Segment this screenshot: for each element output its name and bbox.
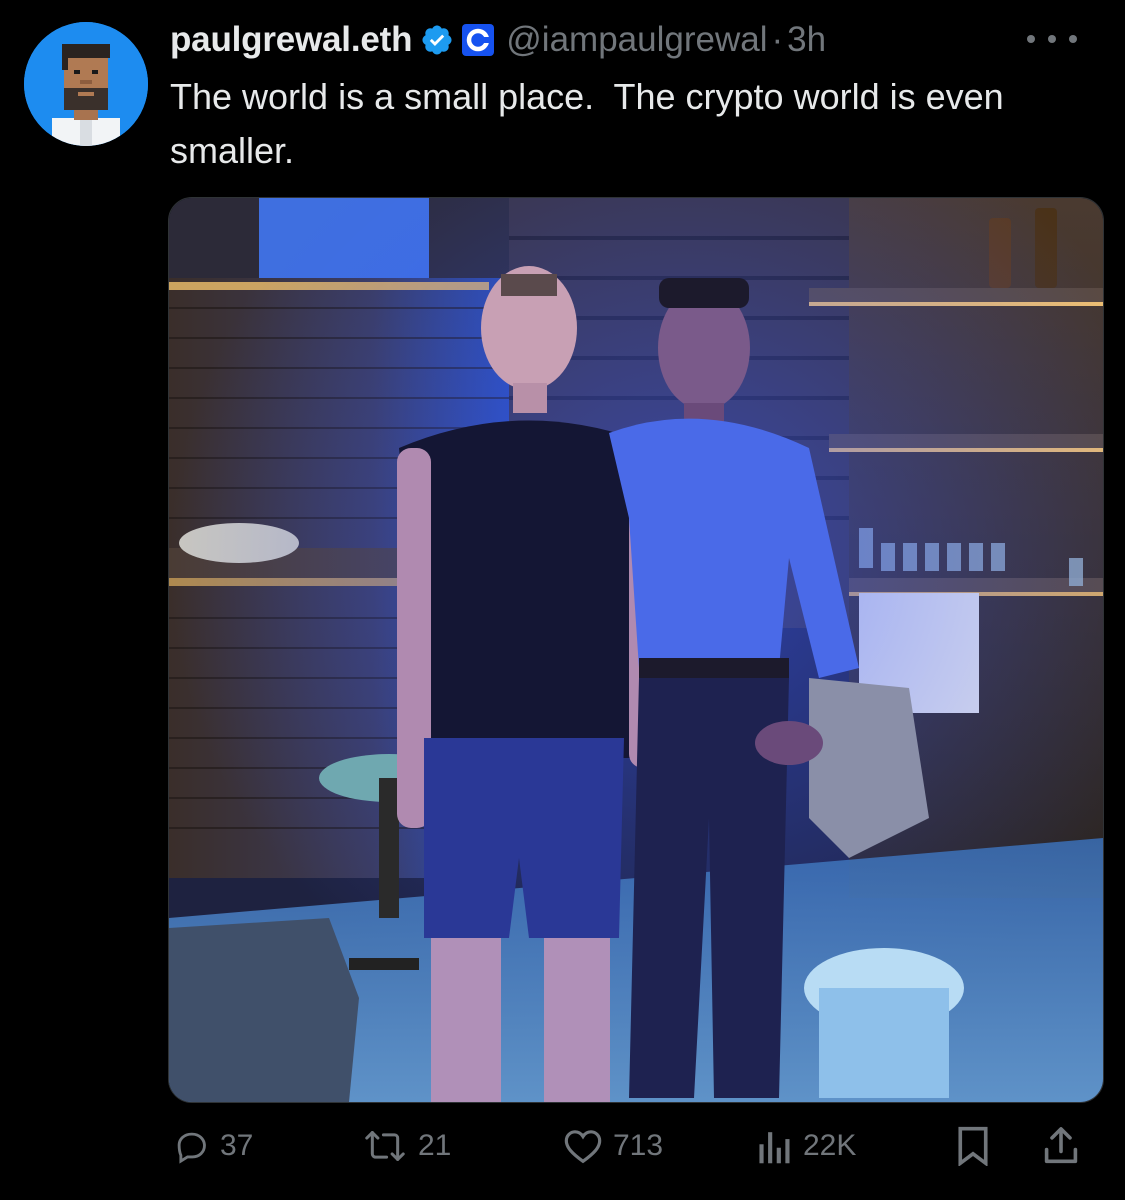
avatar[interactable] — [24, 22, 148, 146]
views-button[interactable]: 22K — [757, 1118, 856, 1174]
pixel-avatar-icon — [24, 22, 148, 146]
separator-dot: · — [771, 20, 784, 59]
more-dot — [1027, 35, 1035, 43]
reply-button[interactable]: 37 — [172, 1118, 253, 1174]
verified-badge-icon[interactable] — [420, 23, 454, 57]
tweet-actions: 37 21 713 22K — [0, 1118, 1125, 1174]
like-count: 713 — [613, 1129, 664, 1162]
share-button[interactable] — [1043, 1118, 1079, 1174]
heart-icon — [564, 1130, 602, 1164]
user-handle[interactable]: @iampaulgrewal — [506, 20, 767, 60]
coinbase-affiliate-icon[interactable] — [462, 24, 495, 56]
bookmark-icon — [958, 1126, 988, 1166]
views-chart-icon — [759, 1132, 790, 1164]
tweet-header: paulgrewal.eth @iampaulgrewal · 3h — [170, 16, 826, 64]
more-options-icon[interactable] — [1027, 24, 1077, 54]
reply-icon — [177, 1132, 206, 1164]
more-dot — [1048, 35, 1056, 43]
repost-icon — [365, 1131, 405, 1161]
share-icon — [1044, 1127, 1078, 1164]
tweet-time[interactable]: 3h — [787, 20, 826, 60]
tweet-card: paulgrewal.eth @iampaulgrewal · 3h The w… — [0, 0, 1125, 1200]
bookmark-button[interactable] — [956, 1118, 990, 1174]
display-name[interactable]: paulgrewal.eth — [170, 20, 412, 60]
photo-scene — [169, 198, 1103, 1102]
tweet-photo[interactable] — [168, 197, 1104, 1103]
views-count: 22K — [803, 1129, 857, 1162]
repost-button[interactable]: 21 — [362, 1118, 451, 1174]
repost-count: 21 — [418, 1129, 452, 1162]
more-dot — [1069, 35, 1077, 43]
like-button[interactable]: 713 — [563, 1118, 663, 1174]
tweet-text: The world is a small place. The crypto w… — [170, 76, 1014, 171]
reply-count: 37 — [220, 1129, 254, 1162]
